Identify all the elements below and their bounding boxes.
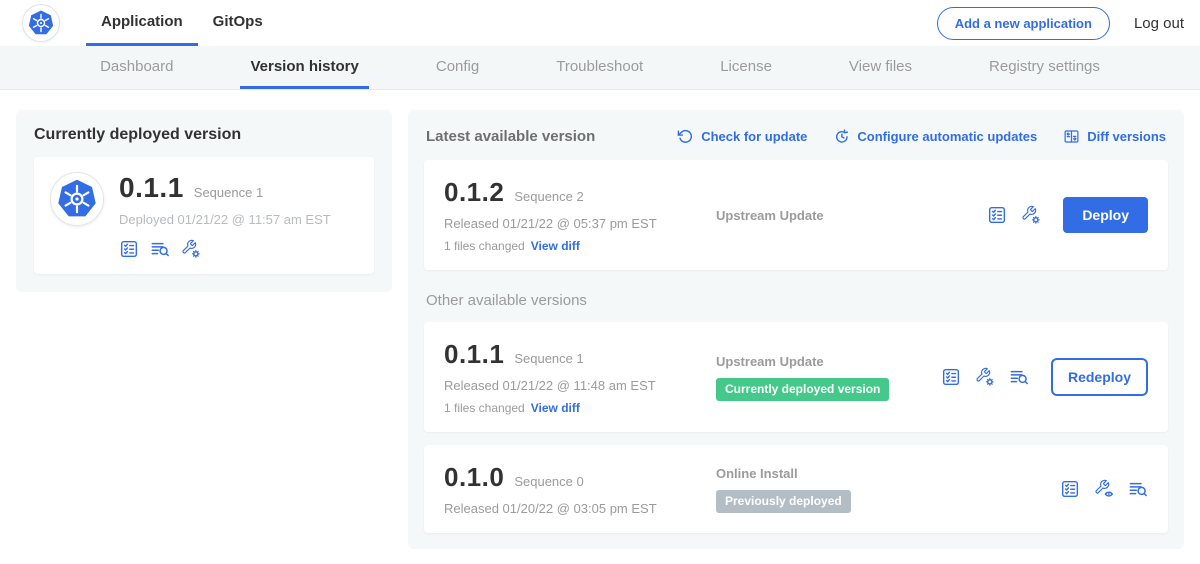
deployed-version-actions <box>119 239 331 259</box>
configure-automatic-updates-label: Configure automatic updates <box>857 129 1037 144</box>
config-icon[interactable] <box>975 367 995 387</box>
subnav-tab-version-history[interactable]: Version history <box>240 46 368 89</box>
diff-icon <box>1063 128 1080 145</box>
deployed-version-number: 0.1.1 <box>119 172 184 204</box>
released-timestamp: Released 01/20/22 @ 03:05 pm EST <box>444 501 702 516</box>
sequence-label: Sequence 1 <box>514 351 583 366</box>
version-history-panel: Latest available version Check for updat… <box>408 110 1184 549</box>
diff-versions-label: Diff versions <box>1087 129 1166 144</box>
deployed-timestamp: Deployed 01/21/22 @ 11:57 am EST <box>119 212 331 227</box>
preflight-checklist-icon[interactable] <box>987 205 1007 225</box>
logout-link[interactable]: Log out <box>1134 15 1184 32</box>
check-for-update-link[interactable]: Check for update <box>677 128 807 145</box>
version-source-label: Upstream Update <box>716 354 941 369</box>
version-row-actions: Deploy <box>987 197 1148 233</box>
configure-automatic-updates-link[interactable]: Configure automatic updates <box>833 128 1037 145</box>
deploy-button[interactable]: Deploy <box>1063 197 1148 233</box>
schedule-icon <box>833 128 850 145</box>
redeploy-button[interactable]: Redeploy <box>1051 358 1148 396</box>
status-badge: Previously deployed <box>716 490 851 513</box>
files-changed-row: 1 files changed View diff <box>444 401 702 415</box>
version-row: 0.1.1 Sequence 1 Released 01/21/22 @ 11:… <box>424 322 1168 432</box>
logs-icon[interactable] <box>1128 479 1148 499</box>
subnav-tab-troubleshoot[interactable]: Troubleshoot <box>546 46 653 89</box>
refresh-icon <box>677 128 694 145</box>
version-number: 0.1.1 <box>444 339 504 370</box>
version-source-label: Online Install <box>716 466 1060 481</box>
version-number: 0.1.2 <box>444 177 504 208</box>
add-new-application-button[interactable]: Add a new application <box>937 7 1110 40</box>
sequence-label: Sequence 2 <box>514 189 583 204</box>
currently-deployed-card: Currently deployed version 0.1.1 <box>16 110 392 292</box>
status-badge: Currently deployed version <box>716 378 889 401</box>
config-icon[interactable] <box>181 239 201 259</box>
version-panel-actions: Check for update Configure automatic upda… <box>677 128 1166 145</box>
subnav-tab-dashboard[interactable]: Dashboard <box>90 46 183 89</box>
logs-icon[interactable] <box>150 239 170 259</box>
kubernetes-logo <box>22 4 60 42</box>
config-icon[interactable] <box>1021 205 1041 225</box>
latest-available-header: Latest available version <box>426 128 595 145</box>
subnav-tab-view-files[interactable]: View files <box>839 46 922 89</box>
top-navigation: ApplicationGitOps Add a new application … <box>0 0 1200 46</box>
subnav-tab-license[interactable]: License <box>710 46 782 89</box>
top-tab-application[interactable]: Application <box>86 0 198 46</box>
view-diff-link[interactable]: View diff <box>531 401 580 415</box>
app-tabs: ApplicationGitOps <box>86 0 278 46</box>
version-number: 0.1.0 <box>444 462 504 493</box>
version-row: 0.1.2 Sequence 2 Released 01/21/22 @ 05:… <box>424 160 1168 270</box>
released-timestamp: Released 01/21/22 @ 05:37 pm EST <box>444 216 702 231</box>
sequence-label: Sequence 0 <box>514 474 583 489</box>
header-spacer <box>278 0 937 46</box>
released-timestamp: Released 01/21/22 @ 11:48 am EST <box>444 378 702 393</box>
config-view-icon[interactable] <box>1094 479 1114 499</box>
view-diff-link[interactable]: View diff <box>531 239 580 253</box>
subnav-tab-config[interactable]: Config <box>426 46 489 89</box>
files-changed-label: 1 files changed <box>444 239 525 253</box>
logs-icon[interactable] <box>1009 367 1029 387</box>
app-kubernetes-icon <box>50 172 104 226</box>
other-versions-header: Other available versions <box>426 292 1166 309</box>
check-for-update-label: Check for update <box>701 129 807 144</box>
preflight-checklist-icon[interactable] <box>941 367 961 387</box>
subnav-tab-registry-settings[interactable]: Registry settings <box>979 46 1110 89</box>
version-source-label: Upstream Update <box>716 208 987 223</box>
deployed-card-title: Currently deployed version <box>34 126 374 144</box>
deployed-sequence-label: Sequence 1 <box>194 185 263 200</box>
files-changed-row: 1 files changed View diff <box>444 239 702 253</box>
preflight-checklist-icon[interactable] <box>1060 479 1080 499</box>
main-content: Currently deployed version 0.1.1 <box>0 90 1200 549</box>
files-changed-label: 1 files changed <box>444 401 525 415</box>
deployed-version-card: 0.1.1 Sequence 1 Deployed 01/21/22 @ 11:… <box>34 157 374 274</box>
version-row-actions <box>1060 479 1148 499</box>
version-row: 0.1.0 Sequence 0 Released 01/20/22 @ 03:… <box>424 445 1168 533</box>
top-tab-gitops[interactable]: GitOps <box>198 0 278 46</box>
secondary-navigation: Dashboard Version history Config Troublesho… <box>0 46 1200 90</box>
version-row-actions: Redeploy <box>941 358 1148 396</box>
diff-versions-link[interactable]: Diff versions <box>1063 128 1166 145</box>
preflight-checklist-icon[interactable] <box>119 239 139 259</box>
